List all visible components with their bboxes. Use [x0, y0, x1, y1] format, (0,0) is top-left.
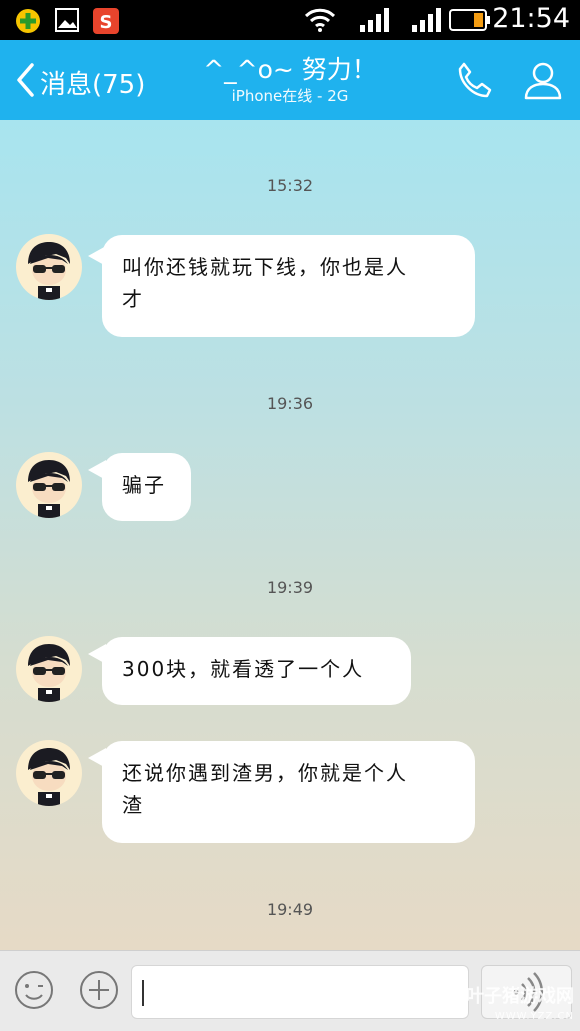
- back-chevron-icon: [14, 62, 36, 102]
- avatar[interactable]: [16, 636, 82, 702]
- avatar[interactable]: [16, 740, 82, 806]
- message-text-line: 还说你遇到渣男，你就是个人: [122, 761, 408, 785]
- message-text-line: 渣: [122, 793, 144, 817]
- emoji-icon: [13, 971, 55, 1015]
- app-360-icon: [14, 7, 42, 39]
- message-text-line: 叫你还钱就玩下线，你也是人: [122, 255, 408, 279]
- timestamp: 19:36: [266, 394, 314, 413]
- profile-button[interactable]: [521, 58, 565, 102]
- chat-header: 消息(75) ^_^o~ 努力！ iPhone在线 - 2G: [0, 40, 580, 120]
- back-button[interactable]: 消息(75): [14, 60, 145, 104]
- message-input[interactable]: [131, 965, 469, 1019]
- chat-area[interactable]: 15:32 叫你还钱就玩下线，你也是人 才 19:36 骗子 19:39 300…: [0, 120, 580, 950]
- phone-icon: [452, 62, 496, 106]
- status-bar: S 21:54: [0, 0, 580, 40]
- message-bubble[interactable]: 叫你还钱就玩下线，你也是人 才: [102, 235, 475, 337]
- watermark-sub: WWW.YZZ.CN: [494, 1011, 574, 1022]
- watermark-text: 叶子猪游戏网: [466, 986, 574, 1007]
- image-icon: [54, 7, 80, 37]
- sogou-s-icon: S: [92, 7, 120, 39]
- status-clock: 21:54: [492, 3, 570, 34]
- message-text-line: 才: [122, 287, 144, 311]
- message-bubble[interactable]: 骗子: [102, 453, 191, 521]
- message-bubble[interactable]: 300块，就看透了一个人: [102, 637, 411, 705]
- title-block[interactable]: ^_^o~ 努力！ iPhone在线 - 2G: [150, 54, 430, 106]
- watermark: 叶子猪游戏网 WWW.YZZ.CN: [466, 987, 574, 1027]
- timestamp: 19:49: [266, 900, 314, 919]
- online-status: iPhone在线 - 2G: [231, 87, 349, 105]
- avatar[interactable]: [16, 452, 82, 518]
- signal-icon: [410, 7, 442, 37]
- call-button[interactable]: [452, 58, 496, 102]
- add-icon: [78, 971, 120, 1015]
- input-bar: 叶子猪游戏网 WWW.YZZ.CN: [0, 950, 580, 1031]
- signal-icon: [358, 7, 390, 37]
- message-bubble[interactable]: 还说你遇到渣男，你就是个人 渣: [102, 741, 475, 843]
- avatar[interactable]: [16, 234, 82, 300]
- battery-icon: [448, 7, 492, 37]
- back-label: 消息(75): [40, 69, 146, 100]
- wifi-icon: [304, 7, 336, 37]
- message-text-line: 300块，就看透了一个人: [122, 657, 365, 681]
- chat-title: ^_^o~ 努力！: [203, 55, 377, 84]
- text-cursor: [142, 980, 144, 1006]
- timestamp: 19:39: [266, 578, 314, 597]
- message-text-line: 骗子: [122, 473, 166, 497]
- person-icon: [521, 62, 565, 106]
- svg-text:S: S: [100, 12, 113, 33]
- timestamp: 15:32: [266, 176, 314, 195]
- add-button[interactable]: [78, 969, 120, 1011]
- emoji-button[interactable]: [13, 969, 55, 1011]
